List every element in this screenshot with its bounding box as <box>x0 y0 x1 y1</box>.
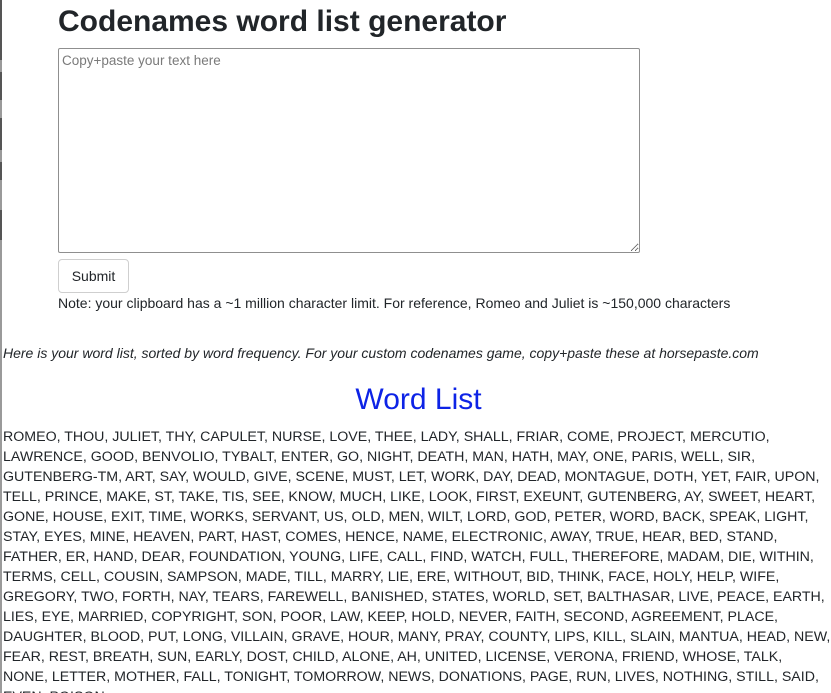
window-edge-segment <box>0 150 2 162</box>
word-list-heading: Word List <box>355 383 482 416</box>
window-edge <box>0 0 2 693</box>
word-list-output: ROMEO, THOU, JULIET, THY, CAPULET, NURSE… <box>3 429 831 693</box>
results-intro: Here is your word list, sorted by word f… <box>3 345 759 361</box>
window-edge-segment <box>0 240 2 693</box>
window-edge-segment <box>0 60 2 72</box>
window-edge-segment <box>0 100 2 118</box>
page: Codenames word list generator Submit Not… <box>0 0 831 693</box>
page-title: Codenames word list generator <box>58 5 507 38</box>
submit-button[interactable]: Submit <box>58 259 129 293</box>
window-edge-segment <box>0 180 2 210</box>
text-input[interactable] <box>58 48 640 253</box>
clipboard-note: Note: your clipboard has a ~1 million ch… <box>58 295 731 311</box>
